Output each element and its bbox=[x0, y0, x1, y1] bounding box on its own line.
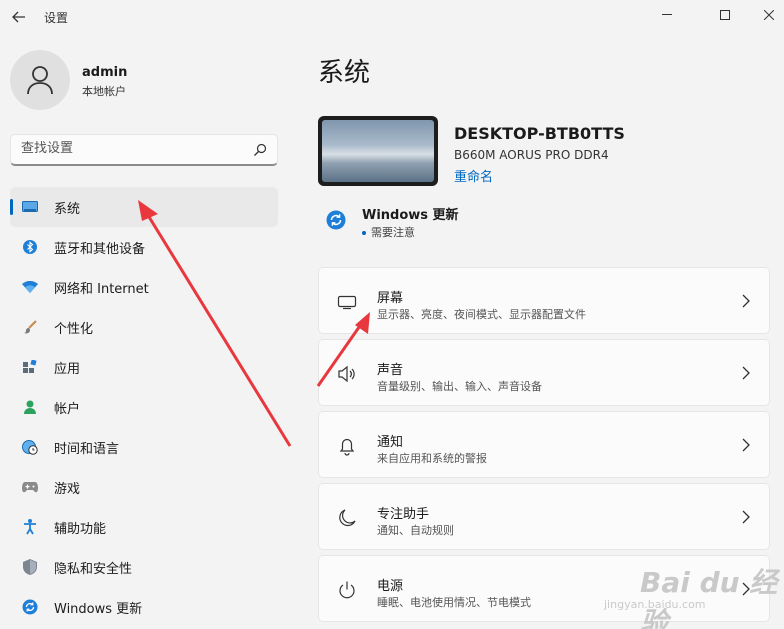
sidebar-item-label: 辅助功能 bbox=[54, 521, 107, 537]
sidebar-item-gaming[interactable]: 游戏 bbox=[10, 467, 278, 507]
wifi-icon bbox=[22, 279, 38, 295]
device-model: B660M AORUS PRO DDR4 bbox=[454, 148, 609, 162]
sidebar-item-accounts[interactable]: 帐户 bbox=[10, 387, 278, 427]
device-thumbnail bbox=[318, 116, 438, 186]
moon-icon bbox=[339, 509, 356, 527]
back-button[interactable] bbox=[8, 6, 30, 28]
user-name: admin bbox=[82, 65, 128, 80]
bluetooth-icon bbox=[22, 239, 38, 255]
search-icon[interactable] bbox=[253, 143, 267, 157]
sidebar-item-privacy[interactable]: 隐私和安全性 bbox=[10, 547, 278, 587]
device-name: DESKTOP-BTB0TTS bbox=[454, 124, 625, 143]
card-subtitle: 睡眠、电池使用情况、节电模式 bbox=[377, 596, 531, 609]
page-title: 系统 bbox=[318, 58, 371, 88]
card-title: 声音 bbox=[377, 363, 404, 378]
speaker-icon bbox=[338, 365, 355, 383]
card-title: 电源 bbox=[377, 579, 404, 594]
sidebar-nav: 系统 蓝牙和其他设备 网络和 Internet 个性化 应用 帐户 时间和语言 … bbox=[10, 187, 278, 627]
search-box[interactable] bbox=[10, 134, 278, 166]
windows-update-status-text: 需要注意 bbox=[371, 226, 415, 239]
watermark-brand: Bai du 经验 bbox=[640, 566, 778, 629]
sidebar-item-accessibility[interactable]: 辅助功能 bbox=[10, 507, 278, 547]
card-subtitle: 来自应用和系统的警报 bbox=[377, 452, 487, 465]
rename-link[interactable]: 重命名 bbox=[454, 166, 493, 185]
shield-icon bbox=[22, 559, 38, 575]
sidebar-item-personalization[interactable]: 个性化 bbox=[10, 307, 278, 347]
windows-update-icon bbox=[22, 599, 38, 615]
avatar[interactable] bbox=[10, 50, 70, 110]
back-arrow-icon bbox=[12, 11, 25, 23]
windows-update-status: 需要注意 bbox=[362, 224, 415, 240]
windows-update-status-icon[interactable] bbox=[326, 210, 346, 230]
close-button[interactable] bbox=[746, 0, 784, 30]
status-dot bbox=[362, 231, 366, 235]
app-title: 设置 bbox=[44, 11, 69, 25]
card-title: 通知 bbox=[377, 435, 404, 450]
card-display[interactable]: 屏幕 显示器、亮度、夜间模式、显示器配置文件 bbox=[318, 267, 770, 334]
minimize-button[interactable] bbox=[644, 0, 690, 30]
maximize-icon bbox=[720, 10, 730, 20]
watermark-url: jingyan.baidu.com bbox=[604, 598, 706, 611]
chevron-right-icon bbox=[742, 294, 750, 308]
sidebar-item-label: 时间和语言 bbox=[54, 441, 120, 457]
monitor-icon bbox=[337, 295, 357, 310]
title-bar: 设置 bbox=[0, 0, 784, 36]
sidebar-item-bluetooth[interactable]: 蓝牙和其他设备 bbox=[10, 227, 278, 267]
windows-update-title[interactable]: Windows 更新 bbox=[362, 204, 459, 223]
chevron-right-icon bbox=[742, 366, 750, 380]
sidebar-item-label: Windows 更新 bbox=[54, 601, 143, 617]
account-icon bbox=[22, 399, 38, 415]
globe-clock-icon bbox=[22, 439, 38, 455]
sidebar-item-system[interactable]: 系统 bbox=[10, 187, 278, 227]
sidebar-item-network[interactable]: 网络和 Internet bbox=[10, 267, 278, 307]
chevron-right-icon bbox=[742, 510, 750, 524]
accessibility-icon bbox=[22, 519, 38, 535]
bell-icon bbox=[339, 438, 355, 456]
search-input[interactable] bbox=[21, 141, 241, 156]
sidebar-item-label: 应用 bbox=[54, 361, 81, 377]
card-notifications[interactable]: 通知 来自应用和系统的警报 bbox=[318, 411, 770, 478]
sidebar-item-apps[interactable]: 应用 bbox=[10, 347, 278, 387]
card-subtitle: 音量级别、输出、输入、声音设备 bbox=[377, 380, 542, 393]
display-system-icon bbox=[22, 199, 38, 215]
wallpaper-preview bbox=[322, 120, 434, 182]
minimize-icon bbox=[662, 14, 672, 15]
card-title: 专注助手 bbox=[377, 507, 430, 522]
card-focus-assist[interactable]: 专注助手 通知、自动规则 bbox=[318, 483, 770, 550]
card-sound[interactable]: 声音 音量级别、输出、输入、声音设备 bbox=[318, 339, 770, 406]
card-title: 屏幕 bbox=[377, 291, 404, 306]
card-subtitle: 显示器、亮度、夜间模式、显示器配置文件 bbox=[377, 308, 586, 321]
apps-icon bbox=[22, 359, 38, 375]
power-icon bbox=[339, 581, 355, 599]
account-type: 本地帐户 bbox=[82, 85, 126, 98]
sidebar-item-label: 系统 bbox=[54, 201, 81, 217]
sidebar-item-label: 帐户 bbox=[54, 401, 81, 417]
user-icon bbox=[27, 66, 53, 95]
sidebar-item-windows-update[interactable]: Windows 更新 bbox=[10, 587, 278, 627]
chevron-right-icon bbox=[742, 438, 750, 452]
sidebar-item-label: 游戏 bbox=[54, 481, 81, 497]
sidebar-item-label: 个性化 bbox=[54, 321, 94, 337]
maximize-button[interactable] bbox=[702, 0, 748, 30]
paintbrush-icon bbox=[22, 319, 38, 335]
sidebar-item-label: 蓝牙和其他设备 bbox=[54, 241, 146, 257]
card-subtitle: 通知、自动规则 bbox=[377, 524, 454, 537]
sidebar-item-time-language[interactable]: 时间和语言 bbox=[10, 427, 278, 467]
gamepad-icon bbox=[22, 479, 38, 495]
sidebar-item-label: 隐私和安全性 bbox=[54, 561, 133, 577]
sidebar-item-label: 网络和 Internet bbox=[54, 281, 149, 297]
close-icon bbox=[764, 10, 774, 20]
